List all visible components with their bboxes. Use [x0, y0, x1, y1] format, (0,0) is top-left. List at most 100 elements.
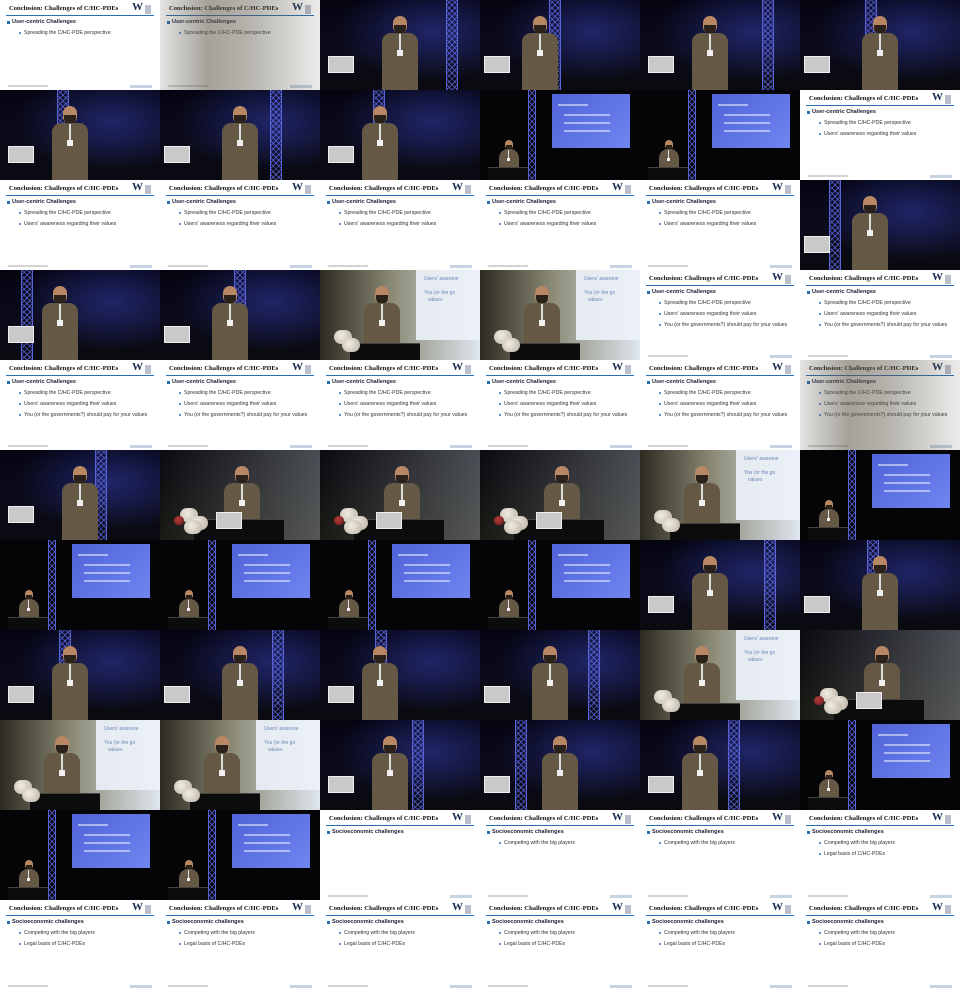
university-logo: W [932, 901, 952, 916]
projected-text: Users' awarene [104, 726, 139, 732]
university-logo: W [932, 91, 952, 106]
projected-slide [72, 544, 150, 598]
university-logo: W [612, 181, 632, 196]
slide-title: Conclusion: Challenges of C/HC-PDEs [9, 905, 119, 912]
slide-title: Conclusion: Challenges of C/HC-PDEs [489, 365, 599, 372]
slide-title: Conclusion: Challenges of C/HC-PDEs [649, 905, 759, 912]
slide-heading: User-centric Challenges [486, 199, 557, 205]
slide-footer [488, 265, 528, 267]
slide-thumbnail: Conclusion: Challenges of C/HC-PDEs W Soci… [320, 900, 480, 990]
slide-heading: User-centric Challenges [6, 199, 77, 205]
projected-slide [552, 544, 630, 598]
slide-bullet: Legal basis of C/HC-PDEs [18, 941, 86, 947]
university-logo: W [132, 181, 152, 196]
projected-line [84, 580, 130, 582]
stage-light [640, 720, 800, 810]
plush-toy [342, 338, 360, 352]
slide-footer-logo [930, 445, 952, 448]
slide-bullet: Users' awareness regarding their values [658, 221, 757, 227]
projected-text: Users' awarene [264, 726, 299, 732]
projected-line [724, 114, 770, 116]
speaker-frame [480, 720, 640, 810]
slide-bullet: Spreading the C/HC-PDE perspective [179, 390, 271, 396]
projected-line [564, 564, 610, 566]
projected-line [84, 564, 130, 566]
slide-thumbnail: Conclusion: Challenges of C/HC-PDEs W Soci… [320, 810, 480, 900]
projected-text: values [268, 747, 283, 753]
podium-frame [160, 450, 320, 540]
podium-frame [480, 450, 640, 540]
slide-thumbnail: Conclusion: Challenges of C/HC-PDEs W User… [480, 360, 640, 450]
slide-footer [168, 265, 208, 267]
plush-toy [502, 338, 520, 352]
projected-line [244, 580, 290, 582]
projected-line [84, 572, 130, 574]
slide-bullet: Spreading the C/HC-PDE perspective [339, 210, 431, 216]
podium [30, 793, 100, 810]
title-rule [166, 15, 314, 17]
speaker-figure [380, 16, 420, 90]
speaker-frame [800, 180, 960, 270]
slide-heading: Socioeconomic challenges [487, 919, 564, 925]
speaker-frame [480, 630, 640, 720]
slide-thumbnail: Conclusion: Challenges of C/HC-PDEs W User… [640, 270, 800, 360]
projected-line [244, 850, 290, 852]
stage-truss [208, 540, 216, 630]
podium-frame [800, 630, 960, 720]
slide-heading: User-centric Challenges [326, 379, 397, 385]
slide-footer [648, 265, 688, 267]
slide-title: Conclusion: Challenges of C/HC-PDEs [9, 5, 119, 12]
stage-truss [688, 90, 696, 180]
projected-text: values [428, 297, 443, 303]
laptop [8, 326, 34, 343]
speaker-frame [0, 90, 160, 180]
projected-line [78, 554, 108, 556]
stage-truss [528, 540, 536, 630]
slide-title: Conclusion: Challenges of C/HC-PDEs [329, 815, 439, 822]
speaker-figure [540, 736, 580, 810]
projected-text: values [588, 297, 603, 303]
slide-thumbnail: Conclusion: Challenges of C/HC-PDEs W Soci… [800, 900, 960, 990]
laptop [648, 776, 674, 793]
laptop [856, 692, 882, 709]
slide-footer-logo [450, 985, 472, 988]
projected-text: You (or the go [584, 290, 616, 296]
university-logo: W [292, 361, 312, 376]
university-logo: W [612, 901, 632, 916]
projected-text: Users' awarene [744, 456, 779, 462]
projected-line [724, 130, 770, 132]
speaker-frame [800, 0, 960, 90]
slide-bullet: Users' awareness regarding their values [18, 221, 117, 227]
projected-line [564, 580, 610, 582]
speaker-frame [320, 0, 480, 90]
slide-footer [8, 445, 48, 447]
projected-slide [392, 544, 470, 598]
slide-footer-logo [930, 895, 952, 898]
stage-truss [48, 540, 56, 630]
slide-bullet: Competing with the big players [339, 930, 415, 936]
slide-footer [488, 445, 528, 447]
stage-truss [412, 720, 424, 810]
podium [488, 617, 528, 630]
laptop [8, 146, 34, 163]
projected-line [564, 122, 610, 124]
slide-bullet: You (or the governments?) should pay for… [818, 322, 948, 328]
projected-text: values [108, 747, 123, 753]
stage-light [320, 90, 480, 180]
slide-bullet: Spreading the C/HC-PDE perspective [19, 30, 111, 36]
slide-heading: User-centric Challenges [806, 289, 877, 295]
slide-footer-logo [450, 445, 472, 448]
projected-slide [232, 544, 310, 598]
slide-bullet: Users' awareness regarding their values [498, 401, 597, 407]
stage-truss [829, 180, 841, 270]
stage-truss [21, 270, 33, 360]
university-logo: W [772, 361, 792, 376]
university-logo: W [292, 181, 312, 196]
university-logo: W [772, 811, 792, 826]
projected-line [84, 834, 130, 836]
slide-footer-logo [770, 895, 792, 898]
slide-title: Conclusion: Challenges of C/HC-PDEs [809, 365, 919, 372]
stage-truss [272, 630, 284, 720]
slide-footer [168, 445, 208, 447]
laptop [648, 56, 674, 73]
